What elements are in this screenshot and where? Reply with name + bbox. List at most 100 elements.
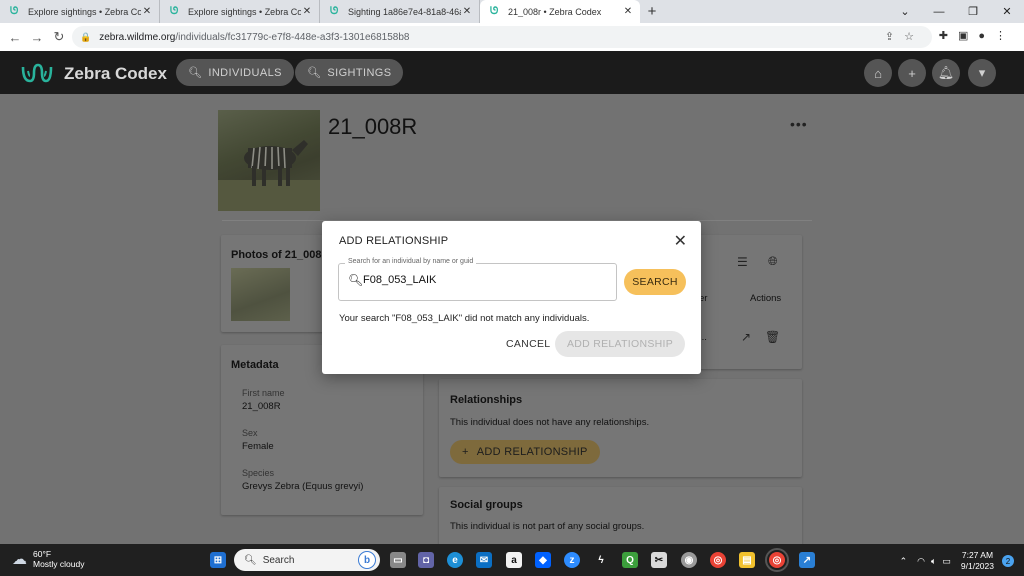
- mail-icon[interactable]: ✉: [476, 552, 492, 568]
- system-tray: ⌃ ◠ 🔈︎ ▭ 7:27 AM 9/1/2023 2: [900, 550, 1014, 572]
- task-view-icon[interactable]: ▭: [390, 552, 406, 568]
- account-menu-button[interactable]: ▾: [968, 59, 996, 87]
- brand-name[interactable]: Zebra Codex: [64, 64, 167, 84]
- more-options-icon[interactable]: •••: [790, 116, 808, 132]
- globe-icon[interactable]: 🌐︎: [768, 254, 778, 269]
- list-view-icon[interactable]: ☰: [737, 255, 748, 269]
- individuals-button[interactable]: 🔍︎ INDIVIDUALS: [176, 59, 294, 86]
- home-button[interactable]: ⌂: [864, 59, 892, 87]
- browser-toolbar: ← → ↻ 🔒 zebra.wildme.org/individuals/fc3…: [0, 23, 1024, 51]
- individuals-label: INDIVIDUALS: [208, 66, 282, 79]
- species-label: Species: [242, 468, 275, 478]
- sightings-label: SIGHTINGS: [327, 66, 392, 79]
- windows-start-icon[interactable]: ⊞: [210, 552, 226, 568]
- chevron-down-icon[interactable]: ⌄: [888, 0, 922, 23]
- plus-icon: +: [908, 65, 916, 81]
- close-icon[interactable]: ✕: [674, 231, 687, 251]
- actions-header: Actions: [750, 293, 782, 304]
- zebra-codex-favicon-icon: ᘎ: [490, 5, 499, 17]
- clock[interactable]: 7:27 AM 9/1/2023: [961, 550, 994, 572]
- close-window-icon[interactable]: ✕: [990, 0, 1024, 23]
- close-icon[interactable]: ✕: [461, 6, 473, 17]
- forward-arrow-icon[interactable]: →: [26, 30, 48, 45]
- address-bar[interactable]: 🔒 zebra.wildme.org/individuals/fc31779c-…: [72, 26, 932, 48]
- close-icon[interactable]: ✕: [141, 6, 153, 17]
- tab-title: Sighting 1a86e7e4-81a8-46a6-9...: [348, 6, 461, 17]
- notifications-button[interactable]: 🔔︎: [932, 59, 960, 87]
- search-field-label: Search for an individual by name or guid: [345, 258, 477, 265]
- browser-tab[interactable]: ᘎ Explore sightings • Zebra Codex ✕: [0, 0, 160, 23]
- first-name-value: 21_008R: [242, 401, 281, 412]
- zebra-photo-icon: [218, 140, 320, 211]
- chevron-up-icon[interactable]: ⌃: [900, 556, 908, 567]
- wifi-icon[interactable]: ◠: [917, 556, 925, 567]
- species-value: Grevys Zebra (Equus grevyi): [242, 481, 364, 492]
- browser-tab-active[interactable]: ᘎ 21_008r • Zebra Codex ✕: [480, 0, 640, 23]
- first-name-label: First name: [242, 388, 285, 398]
- notification-badge[interactable]: 2: [1002, 555, 1014, 567]
- bing-icon[interactable]: b: [358, 551, 376, 569]
- lock-icon[interactable]: 🔒: [80, 32, 91, 43]
- edge-icon[interactable]: e: [447, 552, 463, 568]
- chrome-icon[interactable]: ◎: [710, 552, 726, 568]
- windows-taskbar: ☁ 60°F Mostly cloudy ⊞ 🔍︎ Search b ▭ ◘ e…: [0, 544, 1024, 576]
- back-arrow-icon[interactable]: ←: [4, 30, 26, 45]
- search-button[interactable]: SEARCH: [624, 269, 686, 295]
- dropbox-icon[interactable]: ◆: [535, 552, 551, 568]
- qgis-icon[interactable]: Q: [622, 552, 638, 568]
- clock-time: 7:27 AM: [961, 550, 994, 560]
- sex-label: Sex: [242, 428, 258, 438]
- search-icon: 🔍︎: [348, 273, 364, 287]
- add-relationship-label: ADD RELATIONSHIP: [476, 446, 588, 458]
- maximize-icon[interactable]: ❐: [956, 0, 990, 23]
- relationships-title: Relationships: [450, 394, 523, 406]
- add-relationship-button[interactable]: + ADD RELATIONSHIP: [450, 440, 600, 464]
- photo-thumbnail[interactable]: [231, 268, 290, 321]
- profile-photo[interactable]: [218, 110, 320, 211]
- plus-icon: +: [462, 446, 469, 458]
- zebra-codex-favicon-icon: ᘎ: [330, 5, 339, 17]
- add-relationship-dialog: ADD RELATIONSHIP ✕ Search for an individ…: [322, 221, 701, 374]
- zebra-codex-logo-icon[interactable]: [20, 59, 54, 85]
- add-button[interactable]: +: [898, 59, 926, 87]
- share-icon[interactable]: ⇪☆: [885, 30, 924, 43]
- trash-icon[interactable]: 🗑︎: [765, 330, 780, 344]
- sex-value: Female: [242, 441, 274, 452]
- search-icon: 🔍︎: [307, 67, 322, 79]
- weather-widget[interactable]: ☁ 60°F Mostly cloudy: [12, 549, 85, 569]
- close-icon[interactable]: ✕: [622, 6, 634, 17]
- add-relationship-submit-button[interactable]: ADD RELATIONSHIP: [555, 331, 685, 357]
- browser-tab[interactable]: ᘎ Explore sightings • Zebra Codex ✕: [160, 0, 320, 23]
- browser-tab[interactable]: ᘎ Sighting 1a86e7e4-81a8-46a6-9... ✕: [320, 0, 480, 23]
- file-explorer-icon[interactable]: ▤: [739, 552, 755, 568]
- bolt-app-icon[interactable]: ϟ: [593, 552, 609, 568]
- photos-card-title: Photos of 21_008R: [231, 249, 330, 261]
- zebra-codex-favicon-icon: ᘎ: [170, 5, 179, 17]
- cancel-button[interactable]: CANCEL: [506, 338, 550, 350]
- individual-search-field[interactable]: Search for an individual by name or guid…: [338, 258, 617, 301]
- chrome-active-icon[interactable]: ◎: [765, 548, 789, 572]
- no-match-message: Your search "F08_053_LAIK" did not match…: [339, 313, 590, 324]
- snipping-tool-icon[interactable]: ✂: [651, 552, 667, 568]
- battery-icon[interactable]: ▭: [942, 556, 951, 567]
- chat-icon[interactable]: ◘: [418, 552, 434, 568]
- individual-search-input[interactable]: [363, 274, 603, 286]
- extensions-icon[interactable]: ✚▣●⋮: [939, 29, 1016, 42]
- amazon-icon[interactable]: a: [506, 552, 522, 568]
- disc-app-icon[interactable]: ◉: [681, 552, 697, 568]
- minimize-icon[interactable]: —: [922, 0, 956, 23]
- metadata-title: Metadata: [231, 359, 279, 371]
- zoom-icon[interactable]: z: [564, 552, 580, 568]
- volume-icon[interactable]: 🔈︎: [931, 556, 936, 567]
- close-icon[interactable]: ✕: [301, 6, 313, 17]
- dialog-title: ADD RELATIONSHIP: [339, 235, 449, 247]
- url-path: /individuals/fc31779c-e7f8-448e-a3f3-130…: [175, 31, 410, 43]
- reload-icon[interactable]: ↻: [48, 29, 70, 45]
- chevron-down-icon: ▾: [978, 65, 986, 80]
- app-icon[interactable]: ↗: [799, 552, 815, 568]
- sightings-button[interactable]: 🔍︎ SIGHTINGS: [295, 59, 404, 86]
- bell-icon: 🔔︎: [937, 65, 955, 80]
- taskbar-search[interactable]: 🔍︎ Search b: [234, 549, 380, 571]
- new-tab-button[interactable]: +: [640, 0, 664, 23]
- open-in-new-icon[interactable]: ↗: [741, 330, 751, 344]
